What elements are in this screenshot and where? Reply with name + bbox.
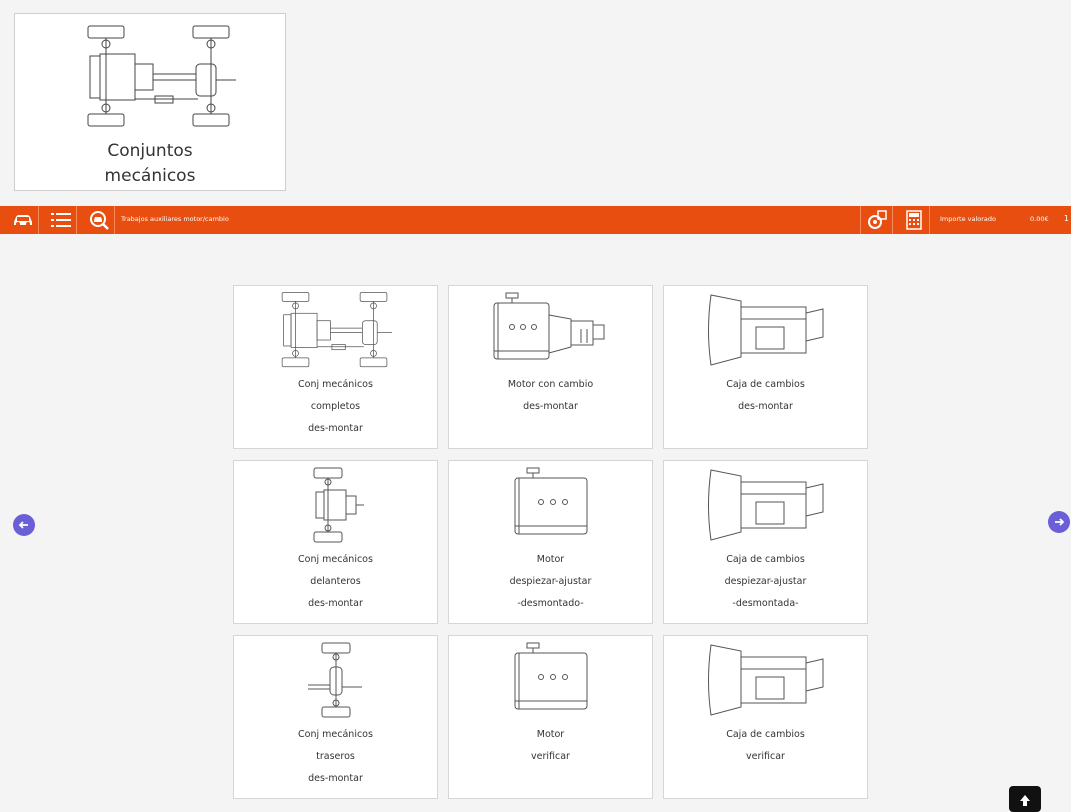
tile-label-line: des-montar [308,773,363,784]
tile-label-line: despiezar-ajustar [509,576,592,587]
page-title-line1: Conjuntos [107,141,193,161]
gearbox-icon [707,644,823,716]
tile-caja-despiezar[interactable]: Caja de cambios despiezar-ajustar -desmo… [663,460,868,624]
importe-label: Importe valorado [940,215,997,223]
tile-label-line: Caja de cambios [726,729,805,740]
page-title-line2: mecánicos [104,166,196,186]
divider [860,206,861,234]
tile-caja-verificar[interactable]: Caja de cambios verificar [663,635,868,799]
front-axle-icon [313,467,364,543]
gearbox-icon [707,469,823,541]
chassis-drivetrain-icon [87,25,236,127]
tile-conj-delanteros[interactable]: Conj mecánicos delanteros des-montar [233,460,438,624]
list-icon [51,213,71,227]
tile-label-line: Conj mecánicos [298,554,373,565]
tile-label-line: Conj mecánicos [298,729,373,740]
tile-label-line: -desmontado- [517,598,584,609]
search-vehicle-button[interactable] [84,206,115,234]
engine-icon [514,642,587,710]
tile-conj-completos[interactable]: Conj mecánicos completos des-montar [233,285,438,449]
car-icon [14,215,32,226]
next-page-button[interactable] [1048,511,1070,533]
rear-axle-icon [307,642,362,718]
search-car-icon [90,211,109,230]
tile-label-line: Motor [536,729,565,740]
tile-motor-con-cambio[interactable]: Motor con cambio des-montar [448,285,653,449]
section-title: Trabajos auxiliares motor/cambio [121,215,229,223]
operations-grid: Conj mecánicos completos des-montar Moto… [233,285,869,799]
tile-label-line: Motor con cambio [507,379,594,390]
previous-page-button[interactable] [13,514,35,536]
tile-label-line: Caja de cambios [726,554,805,565]
gearbox-icon [707,294,823,366]
arrow-left-icon [18,521,28,529]
vehicle-button[interactable] [8,206,39,234]
tools-button[interactable] [862,206,893,234]
tile-label-line: verificar [746,751,785,762]
tile-label-line: Caja de cambios [726,379,805,390]
page-title: Conjuntos mecánicos [15,139,285,189]
tile-label-line: des-montar [308,598,363,609]
scroll-to-top-button[interactable] [1009,786,1041,812]
tile-motor-verificar[interactable]: Motor verificar [448,635,653,799]
engine-icon [514,467,587,535]
tile-label-line: traseros [316,751,355,762]
tile-caja-desmontar[interactable]: Caja de cambios des-montar [663,285,868,449]
toolbar: Trabajos auxiliares motor/cambio Importe… [0,206,1071,234]
engine-with-gearbox-icon [493,292,604,360]
list-button[interactable] [46,206,77,234]
tile-label-line: Conj mecánicos [298,379,373,390]
tile-conj-traseros[interactable]: Conj mecánicos traseros des-montar [233,635,438,799]
arrow-up-icon [1020,795,1030,806]
tile-label-line: des-montar [308,423,363,434]
calculator-button[interactable] [899,206,930,234]
tile-label-line: delanteros [310,576,361,587]
tile-motor-despiezar[interactable]: Motor despiezar-ajustar -desmontado- [448,460,653,624]
tile-label-line: verificar [531,751,570,762]
tool-settings-icon [868,210,887,229]
tile-label-line: completos [310,401,361,412]
arrow-right-icon [1055,518,1065,526]
tile-label-line: despiezar-ajustar [724,576,807,587]
importe-value: 0.00€ [1030,215,1049,223]
tile-label-line: des-montar [523,401,578,412]
header-card: Conjuntos mecánicos [14,13,286,191]
tile-label-line: des-montar [738,401,793,412]
tile-label-line: -desmontada- [732,598,799,609]
chassis-drivetrain-icon [281,292,392,368]
calculator-icon [906,210,922,230]
toolbar-trailing: 1 [1063,214,1069,223]
tile-label-line: Motor [536,554,565,565]
